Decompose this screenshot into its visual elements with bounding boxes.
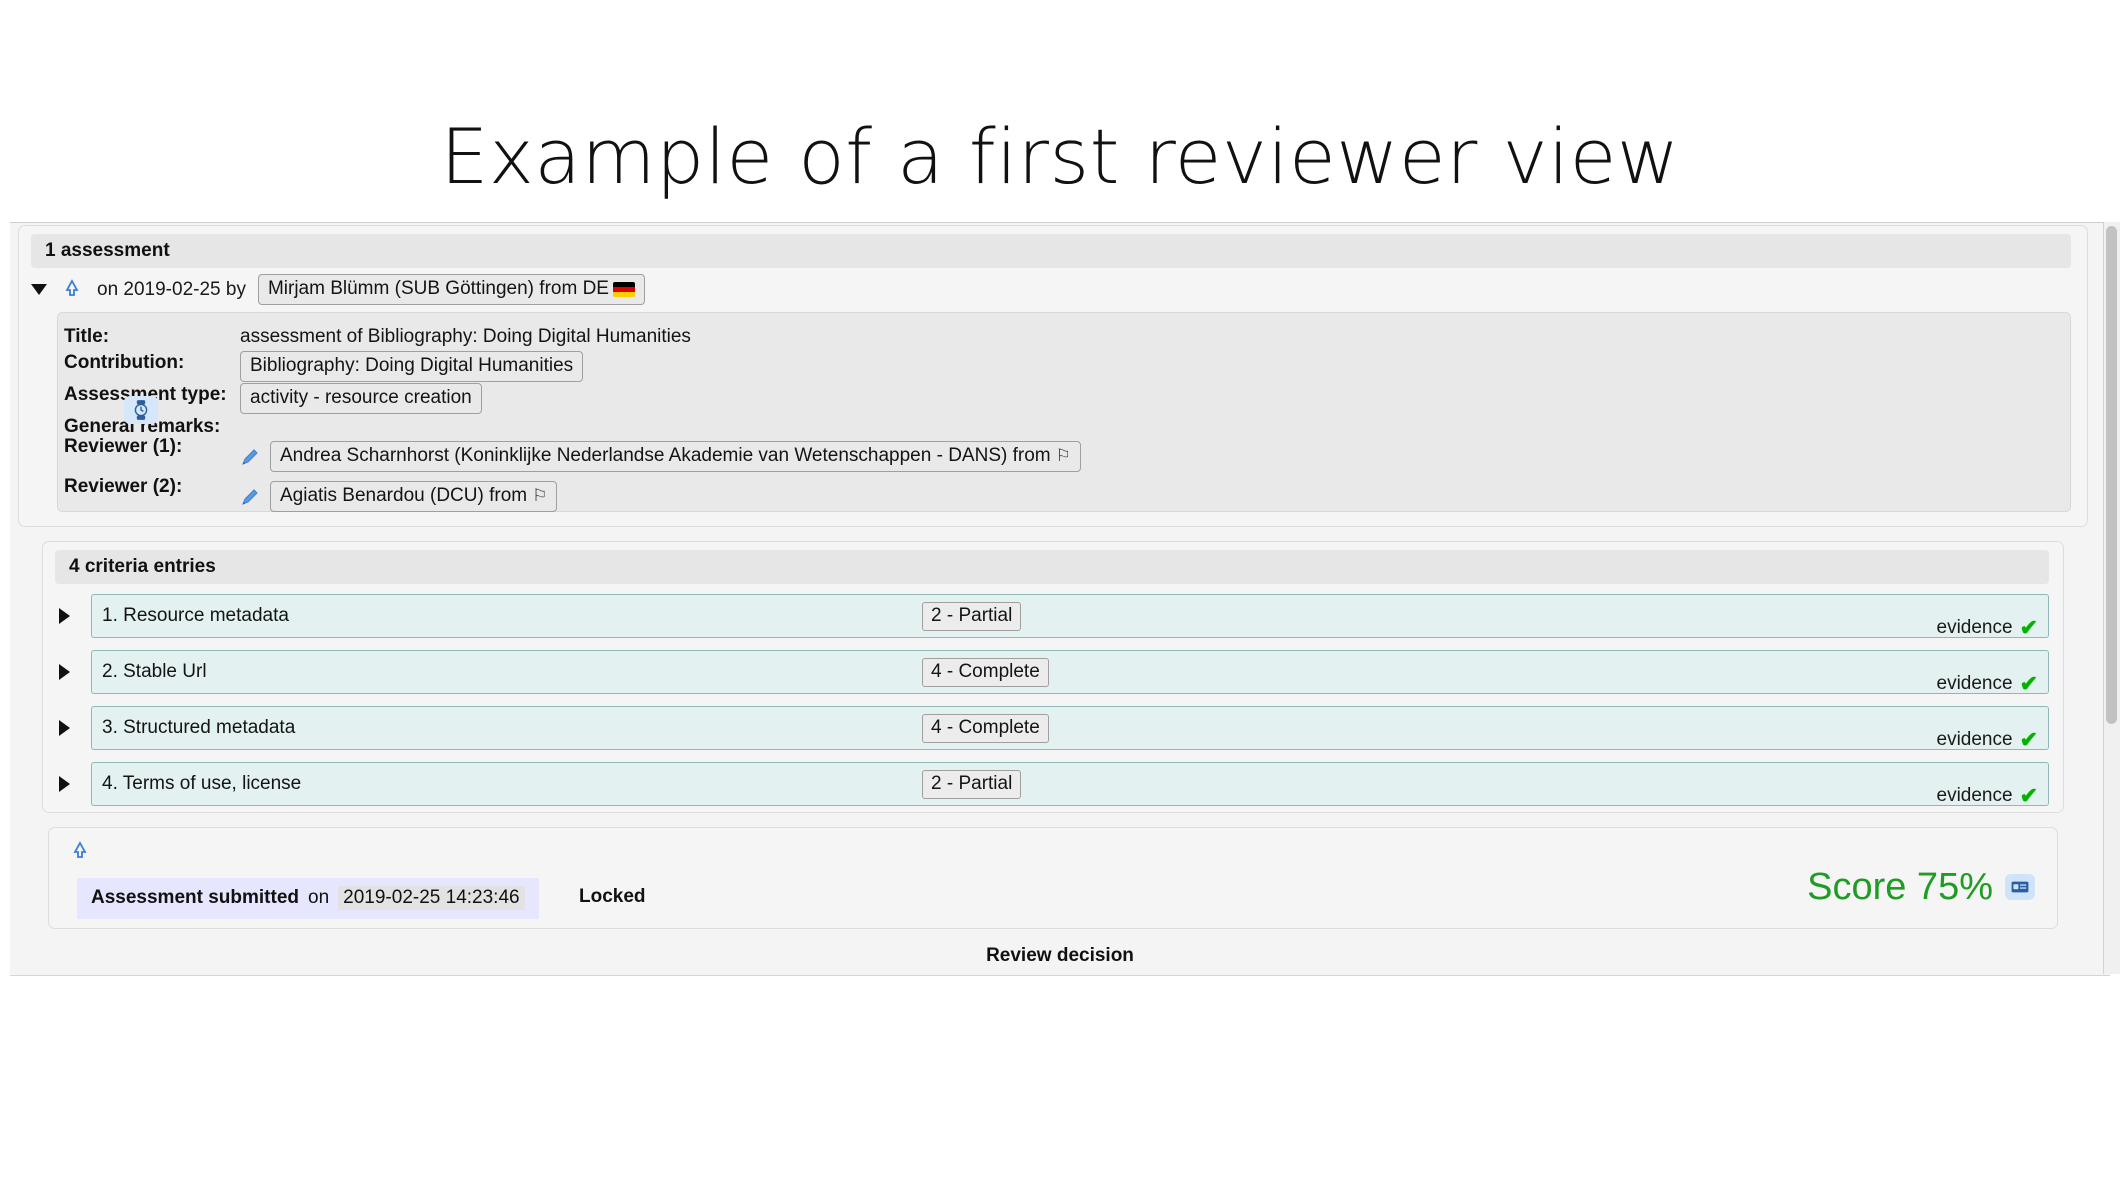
criteria-row[interactable]: 2. Stable Url 4 - Complete evidence ✔ bbox=[55, 650, 2049, 695]
criteria-toggle[interactable] bbox=[55, 776, 91, 792]
reviewer-2-label: Agiatis Benardou (DCU) from bbox=[280, 485, 528, 506]
criteria-evidence[interactable]: evidence ✔ bbox=[1937, 729, 2039, 751]
reviewer-1-pill[interactable]: Andrea Scharnhorst (Koninklijke Nederlan… bbox=[270, 441, 1081, 472]
criteria-toggle[interactable] bbox=[55, 664, 91, 680]
reviewer-1-label: Andrea Scharnhorst (Koninklijke Nederlan… bbox=[280, 445, 1051, 466]
criteria-evidence[interactable]: evidence ✔ bbox=[1937, 785, 2039, 807]
criteria-title: 3. Structured metadata bbox=[102, 717, 296, 738]
criteria-band: 4 criteria entries bbox=[55, 550, 2049, 584]
assessment-band-label: 1 assessment bbox=[45, 240, 170, 261]
field-label-reviewer-1: Reviewer (1): bbox=[64, 436, 183, 457]
field-value-assessment-type: activity - resource creation bbox=[240, 383, 2070, 414]
flag-placeholder-icon: ⚐ bbox=[532, 486, 548, 505]
assessment-header-row: on 2019-02-25 by Mirjam Blümm (SUB Götti… bbox=[31, 274, 645, 305]
criteria-title: 4. Terms of use, license bbox=[102, 773, 302, 794]
submitted-timestamp: 2019-02-25 14:23:46 bbox=[338, 886, 525, 910]
criteria-toggle[interactable] bbox=[55, 720, 91, 736]
check-icon: ✔ bbox=[2019, 615, 2038, 640]
field-row-contribution: Contribution: Bibliography: Doing Digita… bbox=[58, 351, 2070, 382]
criteria-score-badge[interactable]: 4 - Complete bbox=[922, 713, 1049, 743]
criteria-row[interactable]: 3. Structured metadata 4 - Complete evid… bbox=[55, 706, 2049, 751]
slide-page: Example of a first reviewer view 1 asses… bbox=[0, 0, 2120, 1193]
score-value: Score 75% bbox=[1807, 866, 1993, 908]
criteria-body[interactable]: 2. Stable Url 4 - Complete evidence ✔ bbox=[91, 650, 2049, 695]
check-icon: ✔ bbox=[2019, 727, 2038, 752]
assessment-band: 1 assessment bbox=[31, 234, 2071, 268]
criteria-score-badge[interactable]: 2 - Partial bbox=[922, 769, 1022, 799]
review-decision-label: Review decision bbox=[986, 945, 1134, 966]
field-value-title: assessment of Bibliography: Doing Digita… bbox=[240, 325, 2070, 349]
criteria-body[interactable]: 1. Resource metadata 2 - Partial evidenc… bbox=[91, 594, 2049, 639]
scrollbar[interactable] bbox=[2103, 222, 2120, 974]
criteria-title: 1. Resource metadata bbox=[102, 605, 289, 626]
field-value-contribution: Bibliography: Doing Digital Humanities bbox=[240, 351, 2070, 382]
criteria-body[interactable]: 4. Terms of use, license 2 - Partial evi… bbox=[91, 762, 2049, 807]
title-text: assessment of Bibliography: Doing Digita… bbox=[240, 326, 691, 347]
criteria-evidence-label: evidence bbox=[1936, 617, 2013, 638]
triangle-right-icon[interactable] bbox=[59, 720, 70, 736]
criteria-evidence[interactable]: evidence ✔ bbox=[1937, 617, 2039, 639]
criteria-score-badge[interactable]: 2 - Partial bbox=[922, 601, 1022, 631]
criteria-evidence[interactable]: evidence ✔ bbox=[1937, 673, 2039, 695]
triangle-right-icon[interactable] bbox=[59, 608, 70, 624]
screenshot-content: 1 assessment on 2019-02-25 by Mirjam Blü… bbox=[10, 223, 2110, 975]
criteria-score-badge[interactable]: 4 - Complete bbox=[922, 657, 1049, 687]
criteria-evidence-label: evidence bbox=[1936, 729, 2013, 750]
criteria-toggle[interactable] bbox=[55, 608, 91, 624]
criteria-evidence-label: evidence bbox=[1936, 785, 2013, 806]
field-row-assessment-type: Assessment type: activity - resource cre… bbox=[58, 383, 2070, 414]
assessment-date-prefix: on 2019-02-25 by bbox=[97, 278, 246, 300]
flag-de-icon bbox=[612, 281, 635, 297]
criteria-body[interactable]: 3. Structured metadata 4 - Complete evid… bbox=[91, 706, 2049, 751]
check-icon: ✔ bbox=[2019, 671, 2038, 696]
field-label-reviewer-2: Reviewer (2): bbox=[64, 476, 183, 497]
contribution-pill[interactable]: Bibliography: Doing Digital Humanities bbox=[240, 351, 584, 382]
criteria-band-label: 4 criteria entries bbox=[69, 556, 216, 577]
scrollbar-thumb[interactable] bbox=[2106, 226, 2117, 724]
assessment-type-pill[interactable]: activity - resource creation bbox=[240, 383, 482, 414]
score-area: Score 75% bbox=[1807, 866, 2035, 908]
recycle-icon[interactable] bbox=[59, 278, 85, 302]
criteria-title: 2. Stable Url bbox=[102, 661, 207, 682]
field-label-contribution: Contribution: bbox=[64, 352, 185, 373]
field-value-reviewer-1: Andrea Scharnhorst (Koninklijke Nederlan… bbox=[240, 435, 2070, 472]
flag-placeholder-icon: ⚐ bbox=[1055, 446, 1071, 465]
submitted-label: Assessment submitted bbox=[91, 887, 300, 908]
field-row-title: Title: assessment of Bibliography: Doing… bbox=[58, 325, 2070, 349]
pencil-icon[interactable] bbox=[240, 447, 260, 467]
criteria-row[interactable]: 1. Resource metadata 2 - Partial evidenc… bbox=[55, 594, 2049, 639]
field-row-reviewer-1: Reviewer (1): Andrea Scharnhorst (Konink… bbox=[58, 435, 2070, 472]
submitted-prefix: on bbox=[308, 887, 330, 908]
check-icon: ✔ bbox=[2019, 783, 2038, 808]
reviewer-2-pill[interactable]: Agiatis Benardou (DCU) from ⚐ bbox=[270, 481, 558, 512]
screenshot-viewport: 1 assessment on 2019-02-25 by Mirjam Blü… bbox=[10, 222, 2110, 976]
criteria-row[interactable]: 4. Terms of use, license 2 - Partial evi… bbox=[55, 762, 2049, 807]
recycle-icon[interactable] bbox=[67, 840, 93, 869]
page-title: Example of a first reviewer view bbox=[440, 112, 1680, 201]
criteria-card: 4 criteria entries 1. Resource metadata … bbox=[42, 541, 2064, 813]
submission-card: Assessment submitted on 2019-02-25 14:23… bbox=[48, 827, 2058, 929]
criteria-evidence-label: evidence bbox=[1936, 673, 2013, 694]
triangle-down-icon[interactable] bbox=[31, 284, 47, 295]
field-label-title: Title: bbox=[64, 326, 110, 347]
pencil-icon[interactable] bbox=[240, 487, 260, 507]
field-value-reviewer-2: Agiatis Benardou (DCU) from ⚐ bbox=[240, 475, 2070, 512]
assessment-card: 1 assessment on 2019-02-25 by Mirjam Blü… bbox=[18, 225, 2088, 527]
card-badge-icon[interactable] bbox=[2005, 874, 2035, 900]
assessment-author-pill[interactable]: Mirjam Blümm (SUB Göttingen) from DE bbox=[257, 274, 645, 305]
triangle-right-icon[interactable] bbox=[59, 664, 70, 680]
status-badge: Assessment submitted on 2019-02-25 14:23… bbox=[77, 878, 539, 919]
assessment-detail-panel: Title: assessment of Bibliography: Doing… bbox=[57, 312, 2071, 512]
field-row-reviewer-2: Reviewer (2): Agiatis Benardou (DCU) fro… bbox=[58, 475, 2070, 512]
watch-icon[interactable] bbox=[124, 396, 158, 424]
triangle-right-icon[interactable] bbox=[59, 776, 70, 792]
locked-label: Locked bbox=[579, 886, 646, 907]
assessment-author-label: Mirjam Blümm (SUB Göttingen) from DE bbox=[267, 278, 609, 299]
